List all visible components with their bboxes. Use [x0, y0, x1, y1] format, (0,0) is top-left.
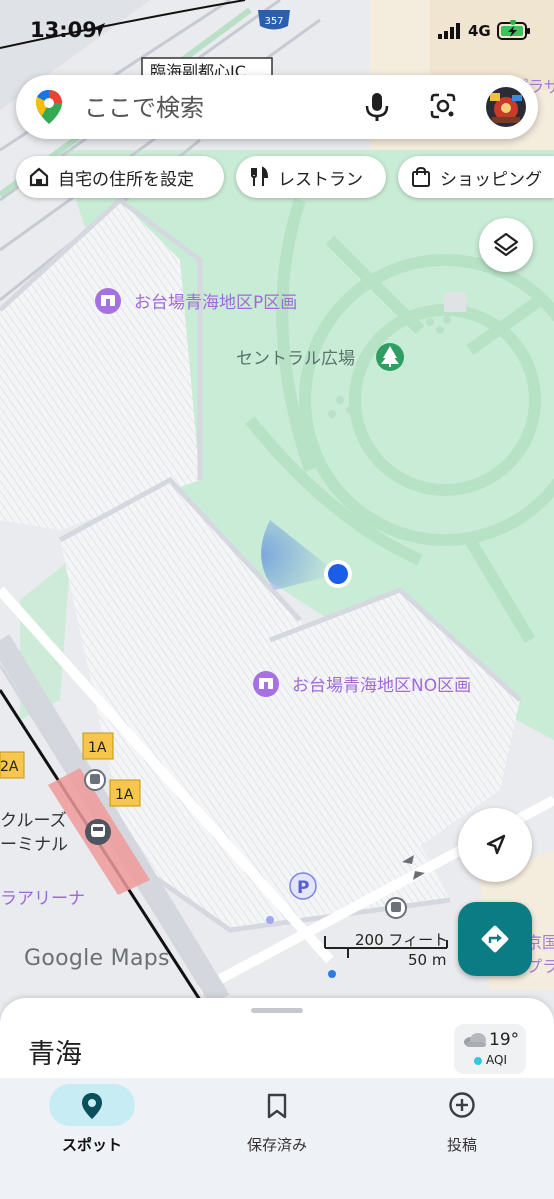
- bus-stop-icon[interactable]: [84, 769, 106, 791]
- terminal-label: ーミナル: [0, 835, 68, 855]
- exit-1a-bottom-label: 1A: [115, 787, 134, 803]
- train-station-icon[interactable]: [85, 819, 111, 845]
- poi-no-label: お台場青海地区NO区画: [292, 676, 471, 696]
- chip-shopping-label: ショッピング: [440, 169, 542, 190]
- restaurant-icon: [251, 166, 269, 186]
- place-name: 青海: [28, 1039, 82, 1070]
- poi-p-label: お台場青海地区P区画: [134, 293, 297, 313]
- tab-post[interactable]: 投稿: [370, 1078, 554, 1199]
- sheet-drag-handle[interactable]: [251, 1008, 303, 1013]
- network-type: 4G: [468, 22, 491, 40]
- signal-icon: [438, 23, 460, 39]
- scale-feet: 200 フィート: [355, 931, 449, 949]
- navigation-arrow-icon: [486, 834, 506, 855]
- bookmark-icon: [267, 1093, 287, 1119]
- chip-home-label: 自宅の住所を設定: [58, 169, 194, 190]
- search-bar[interactable]: [16, 75, 538, 139]
- location-pin-icon: [82, 1093, 102, 1119]
- parking-label: P: [297, 878, 309, 898]
- google-maps-watermark: Google Maps: [24, 946, 170, 971]
- shopping-bag-icon: [412, 166, 430, 187]
- map-scale: 200 フィート 50 m: [322, 928, 450, 972]
- google-maps-logo-icon: [36, 90, 62, 124]
- directions-button[interactable]: [458, 902, 532, 976]
- chip-restaurants[interactable]: レストラン: [236, 156, 386, 198]
- tab-spot[interactable]: スポット: [0, 1078, 184, 1199]
- bottom-navigation: スポット 保存済み 投稿: [0, 1078, 554, 1199]
- location-services-icon: [91, 23, 105, 37]
- tab-post-label: 投稿: [446, 1136, 477, 1154]
- scale-meters: 50 m: [408, 951, 447, 969]
- chip-restaurant-label: レストラン: [278, 169, 363, 190]
- exit-badge-1a-top: 1A: [82, 732, 114, 760]
- aqi-dot-icon: [474, 1057, 482, 1065]
- layers-icon: [493, 232, 519, 257]
- exit-2a-label: 2A: [0, 759, 19, 775]
- cruise-label: クルーズ: [0, 811, 67, 831]
- add-circle-icon: [449, 1092, 475, 1118]
- directions-icon: [481, 925, 509, 953]
- avatar[interactable]: [486, 87, 526, 127]
- my-location-button[interactable]: [458, 808, 532, 882]
- tab-spot-label: スポット: [61, 1136, 122, 1154]
- microphone-icon[interactable]: [362, 91, 392, 123]
- weather-widget[interactable]: 19° AQI: [454, 1024, 526, 1074]
- tab-saved[interactable]: 保存済み: [185, 1078, 369, 1199]
- search-input[interactable]: [82, 85, 356, 131]
- arena-label: ラアリーナ: [0, 889, 85, 909]
- exit-badge-1a-bottom: 1A: [109, 779, 141, 807]
- exit-badge-2a: 2A: [0, 751, 25, 779]
- chip-shopping[interactable]: ショッピング: [398, 156, 554, 198]
- battery-charging-icon: [497, 20, 530, 40]
- weather-aqi: AQI: [486, 1053, 507, 1067]
- weather-temperature: 19°: [489, 1030, 520, 1050]
- bottom-sheet[interactable]: 青海 19° AQI: [0, 998, 554, 1088]
- poi-central-label: セントラル広場: [236, 349, 355, 369]
- status-time: 13:09: [30, 18, 97, 42]
- cloud-icon: [464, 1033, 486, 1047]
- status-bar: 13:09 4G: [0, 0, 554, 62]
- chip-set-home-address[interactable]: 自宅の住所を設定: [16, 156, 224, 198]
- tab-saved-label: 保存済み: [246, 1136, 307, 1154]
- google-lens-icon[interactable]: [428, 91, 458, 123]
- exit-1a-top-label: 1A: [88, 740, 107, 756]
- bus-stop-icon[interactable]: [385, 897, 407, 919]
- layers-button[interactable]: [479, 218, 533, 272]
- home-icon: [29, 167, 49, 187]
- parking-icon[interactable]: P: [289, 872, 317, 900]
